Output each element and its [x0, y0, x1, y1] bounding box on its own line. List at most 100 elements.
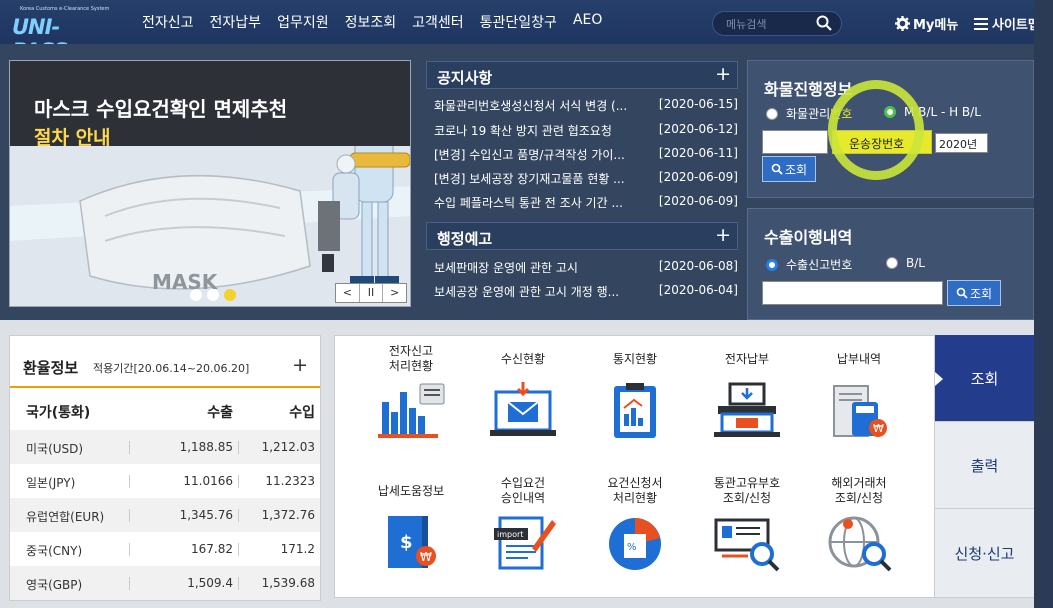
svg-text:₩: ₩ — [873, 422, 884, 435]
year-select[interactable]: 2020년 — [935, 133, 988, 153]
table-row: 중국(CNY) 167.82 171.2 — [10, 532, 320, 566]
radio-bl[interactable]: B/L — [886, 256, 925, 270]
my-menu-button[interactable]: My메뉴 — [895, 14, 958, 33]
tax-book-icon: $ ₩ — [388, 516, 436, 568]
tab-inquiry-label: 조회 — [970, 369, 999, 388]
rate-country: 유럽연합(EUR) — [26, 510, 105, 524]
exchange-rate-more-button[interactable]: + — [292, 354, 308, 376]
service-category-tabs: 조회 출력 신청·신고 — [935, 335, 1034, 598]
rate-import: 1,212.03 — [261, 440, 315, 454]
receipt-calculator-icon: ₩ — [833, 385, 887, 437]
notice-item[interactable]: 수입 페플라스틱 통관 전 조사 기간 ... [2020-06-09] — [434, 194, 738, 211]
window-edge — [1034, 0, 1053, 608]
admin-notice-more-button[interactable]: + — [715, 224, 731, 246]
nav-item-aeo[interactable]: AEO — [573, 12, 602, 32]
service-e-filing-status[interactable]: 전자신고 처리현황 — [361, 344, 461, 442]
rate-import: 1,539.68 — [261, 576, 315, 590]
rate-country: 영국(GBP) — [26, 578, 83, 592]
slide-dot-3[interactable] — [224, 289, 236, 301]
bar-chart-icon — [378, 383, 445, 438]
svg-text:%: % — [627, 542, 637, 553]
nav-item-e-payment[interactable]: 전자납부 — [210, 12, 262, 32]
notice-item-title: 수입 페플라스틱 통관 전 조사 기간 ... — [434, 196, 623, 210]
service-grid: 전자신고 처리현황 수신현황 통지현황 전자납부 납부내역 ₩ 납세도움정보 $… — [334, 335, 935, 598]
export-history-panel: 수출이행내역 수출신고번호 B/L 조회 — [747, 208, 1034, 320]
exchange-rate-title: 환율정보 — [23, 359, 79, 377]
banner-headline: 마스크 수입요건확인 면제추천 — [34, 97, 288, 121]
promo-banner[interactable]: 마스크 수입요건확인 면제추천 절차 안내 MASK < II > — [9, 60, 411, 307]
tab-print[interactable]: 출력 — [935, 422, 1034, 509]
menu-search-input[interactable]: 메뉴검색 — [712, 11, 842, 36]
rate-import: 11.2323 — [265, 474, 315, 488]
slide-dot-2[interactable] — [207, 289, 219, 301]
mbl-input[interactable] — [762, 130, 828, 154]
table-row: 영국(GBP) 1,509.4 1,539.68 — [10, 566, 320, 600]
notice-item[interactable]: [변경] 보세공장 장기재고물품 현황 ... [2020-06-09] — [434, 170, 738, 187]
sitemap-button[interactable]: 사이트맵 — [974, 14, 1040, 33]
nav-item-customer-center[interactable]: 고객센터 — [412, 12, 464, 32]
column-country: 국가(통화) — [26, 405, 91, 421]
slide-dot-1[interactable] — [190, 289, 202, 301]
sitemap-label: 사이트맵 — [992, 18, 1040, 33]
tab-inquiry[interactable]: 조회 — [935, 335, 1034, 422]
main-nav: 전자신고 전자납부 업무지원 정보조회 고객센터 통관단일창구 AEO — [142, 12, 618, 32]
rate-import: 1,372.76 — [261, 508, 315, 522]
admin-notice-item[interactable]: 보세공장 운영에 관한 고시 개정 행... [2020-06-04] — [434, 283, 738, 300]
tab-application-label: 신청·신고 — [954, 544, 1015, 563]
rate-export: 1,345.76 — [179, 508, 233, 522]
notice-item-title: 화물관리번호생성신청서 서식 변경 (... — [434, 99, 628, 113]
nav-item-single-window[interactable]: 통관단일창구 — [480, 12, 557, 32]
nav-item-e-filing[interactable]: 전자신고 — [142, 12, 194, 32]
radio-button[interactable] — [886, 257, 898, 269]
table-row: 미국(USD) 1,188.85 1,212.03 — [10, 430, 320, 464]
service-receipt-status[interactable]: 수신현황 — [473, 344, 573, 442]
pause-slide-button[interactable]: II — [360, 284, 384, 302]
radio-button[interactable] — [766, 107, 778, 120]
next-slide-button[interactable]: > — [383, 284, 406, 302]
prev-slide-button[interactable]: < — [336, 284, 360, 302]
admin-notice-title: 행정예고 — [437, 230, 493, 248]
service-label: 전자납부 — [724, 351, 770, 366]
nav-item-support[interactable]: 업무지원 — [277, 12, 329, 32]
rate-export: 167.82 — [191, 542, 233, 556]
service-customs-id-inquiry[interactable]: 통관고유부호 조회/신청 — [697, 476, 797, 574]
rate-export: 11.0166 — [183, 474, 233, 488]
cargo-search-button[interactable]: 조회 — [762, 156, 816, 182]
notice-item[interactable]: 화물관리번호생성신청서 서식 변경 (... [2020-06-15] — [434, 97, 738, 114]
search-icon — [956, 287, 968, 299]
notice-item-date: [2020-06-15] — [658, 97, 738, 111]
service-payment-history[interactable]: 납부내역 ₩ — [809, 344, 909, 442]
service-e-payment[interactable]: 전자납부 — [697, 344, 797, 442]
pie-document-icon: % — [609, 518, 661, 570]
service-import-approval[interactable]: 수입요건 승인내역 import — [473, 476, 573, 574]
gear-icon — [895, 16, 910, 31]
notice-item-title: 코로나 19 확산 방지 관련 협조요청 — [434, 124, 612, 138]
slide-controls: < II > — [335, 283, 407, 303]
service-requirement-application-status[interactable]: 요건신청서 처리현황 % — [585, 476, 685, 574]
service-label: 통관고유부호 조회/신청 — [713, 476, 781, 505]
admin-notice-item-date: [2020-06-08] — [658, 259, 738, 273]
notice-item-date: [2020-06-09] — [658, 194, 738, 208]
export-number-input[interactable] — [762, 281, 943, 305]
nav-item-inquiry[interactable]: 정보조회 — [345, 12, 397, 32]
unipass-logo[interactable]: Korea Customs e-Clearance System UNI-PAS… — [12, 6, 112, 63]
export-search-button[interactable]: 조회 — [947, 280, 1001, 306]
rate-country: 미국(USD) — [26, 442, 84, 456]
notice-item[interactable]: 코로나 19 확산 방지 관련 협조요청 [2020-06-12] — [434, 122, 738, 139]
radio-export-declaration[interactable]: 수출신고번호 — [766, 256, 852, 273]
radio-button-selected[interactable] — [766, 258, 778, 271]
admin-notice-item[interactable]: 보세판매장 운영에 관한 고시 [2020-06-08] — [434, 259, 738, 276]
logo-subtitle: Korea Customs e-Clearance System — [20, 6, 110, 12]
hamburger-icon — [974, 17, 988, 30]
service-label: 납세도움정보 — [377, 483, 445, 498]
service-tax-help-info[interactable]: 납세도움정보 $ ₩ — [361, 476, 461, 574]
notice-item[interactable]: [변경] 수입신고 품명/규격작성 가이... [2020-06-11] — [434, 146, 738, 163]
tab-application[interactable]: 신청·신고 — [935, 509, 1034, 598]
service-overseas-partner-inquiry[interactable]: 해외거래처 조회/신청 — [809, 476, 909, 574]
exchange-rate-header: 환율정보 적용기간[20.06.14~20.06.20] + — [10, 336, 320, 388]
search-icon[interactable] — [815, 14, 833, 32]
rate-import: 171.2 — [280, 542, 315, 556]
service-notice-status[interactable]: 통지현황 — [585, 344, 685, 442]
notice-more-button[interactable]: + — [715, 63, 731, 85]
radio-bl-label: B/L — [906, 256, 925, 270]
